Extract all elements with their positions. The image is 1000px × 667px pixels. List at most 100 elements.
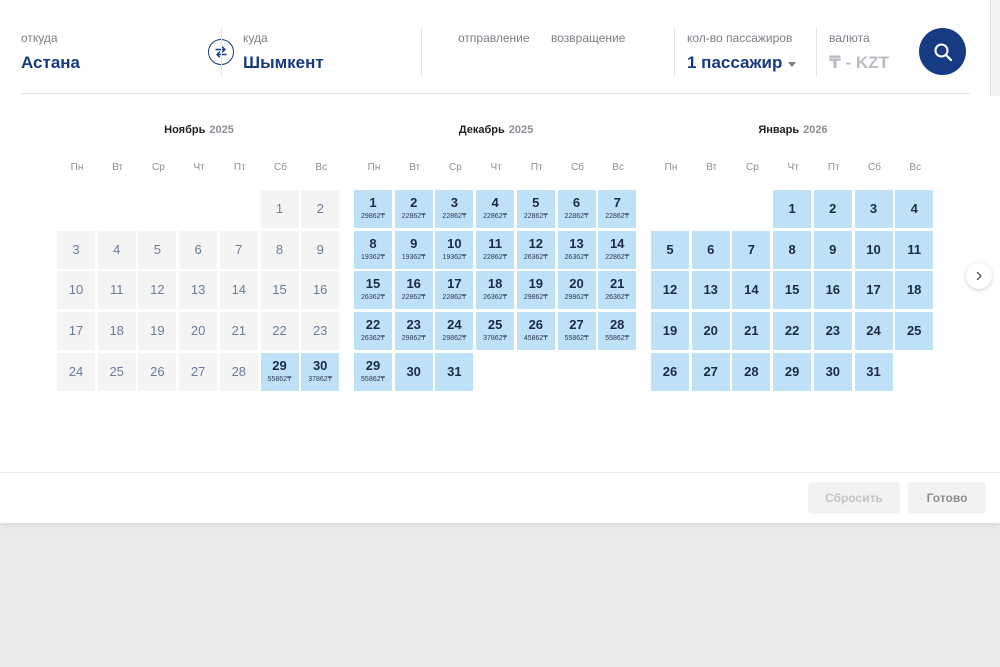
day-number: 19: [662, 323, 678, 339]
day-cell-available[interactable]: 24: [854, 312, 893, 351]
day-number: 6: [194, 241, 202, 257]
day-cell-available[interactable]: 14 22862₸: [598, 230, 637, 269]
search-button[interactable]: [919, 28, 966, 75]
day-cell-available[interactable]: 22: [773, 312, 812, 351]
day-cell-available[interactable]: 30: [394, 352, 433, 391]
day-cell-available[interactable]: 7: [732, 230, 771, 269]
passengers-field[interactable]: кол-во пассажиров 1 пассажир: [687, 31, 807, 81]
day-cell-available[interactable]: 24 29862₸: [435, 312, 474, 351]
day-cell-available[interactable]: 6: [691, 230, 730, 269]
day-cell-available[interactable]: 25 37862₸: [476, 312, 515, 351]
day-number: 23: [312, 323, 328, 339]
day-cell-available[interactable]: 28 55862₸: [598, 312, 637, 351]
day-cell-available[interactable]: 4: [895, 190, 934, 228]
day-cell-available[interactable]: 7 22862₸: [598, 190, 637, 228]
day-cell-available[interactable]: 25: [895, 312, 934, 351]
day-cell-available[interactable]: 31: [854, 352, 893, 391]
from-field[interactable]: откуда Астана: [21, 31, 191, 81]
day-cell-available[interactable]: 8: [773, 230, 812, 269]
day-cell-available[interactable]: 13 26362₸: [557, 230, 596, 269]
day-cell-available[interactable]: 9 19362₸: [394, 230, 433, 269]
day-price: 22862₸: [401, 213, 426, 220]
day-price: 26362₸: [361, 294, 385, 302]
day-cell-available[interactable]: 23 29862₸: [394, 312, 433, 351]
day-cell-available[interactable]: 29 55862₸: [354, 352, 392, 391]
day-cell-available[interactable]: 21 26362₸: [598, 271, 637, 310]
day-cell-past: 23: [301, 312, 340, 351]
day-cell-available[interactable]: 30 37862₸: [301, 352, 340, 391]
day-grid: 1 2 3 4 5 6 7 8 9 10 11 12 13 14 15 16 17 18 19 20 21 22 23 24 2…: [57, 190, 341, 394]
day-cell-available[interactable]: 9: [813, 230, 852, 269]
day-cell-available[interactable]: 19: [651, 312, 689, 351]
day-cell-available[interactable]: 1: [773, 190, 812, 228]
day-cell-available[interactable]: 12: [651, 271, 689, 310]
day-cell-available[interactable]: 27 55862₸: [557, 312, 596, 351]
next-month-button[interactable]: [966, 263, 992, 289]
scrollbar[interactable]: [990, 0, 1000, 96]
day-cell-available[interactable]: 27: [691, 352, 730, 391]
currency-value[interactable]: ₸ - KZT: [829, 53, 889, 73]
to-field[interactable]: куда Шымкент: [243, 31, 413, 81]
day-number: 21: [744, 323, 759, 339]
day-cell-available[interactable]: 16 22862₸: [394, 271, 433, 310]
day-number: 19: [528, 276, 544, 292]
day-cell-available[interactable]: 1 29862₸: [354, 190, 392, 228]
to-value[interactable]: Шымкент: [243, 53, 324, 73]
day-cell-available[interactable]: 8 19362₸: [354, 230, 392, 269]
done-button[interactable]: Готово: [908, 482, 986, 514]
day-grid: 1 2 3 4 5 6 7 8 9 10 11 12 13 14 15 16 17 18 19 20 21 22 23 24 2…: [651, 190, 935, 394]
day-cell-available[interactable]: 21: [732, 312, 771, 351]
day-cell-available[interactable]: 29 55862₸: [260, 352, 299, 391]
reset-button[interactable]: Сбросить: [808, 482, 900, 514]
day-cell-available[interactable]: 23: [813, 312, 852, 351]
day-cell-available[interactable]: 16: [813, 271, 852, 310]
day-cell-available[interactable]: 3 22862₸: [435, 190, 474, 228]
day-cell-available[interactable]: 19 29862₸: [516, 271, 555, 310]
day-cell-past: 14: [219, 271, 258, 310]
date-picker-panel: откуда Астана куда Шымкент отправление в…: [0, 0, 1000, 523]
weekday-label: Пт: [530, 162, 543, 173]
day-grid: 1 29862₸ 2 22862₸ 3 22862₸ 4 22862₸ 5 22862₸ 6 2286…: [354, 190, 638, 394]
day-cell-available[interactable]: 6 22862₸: [557, 190, 596, 228]
day-cell-available[interactable]: 29: [773, 352, 812, 391]
day-cell-available[interactable]: 26: [651, 352, 689, 391]
day-cell-past: 3: [57, 230, 95, 269]
from-label: откуда: [21, 31, 58, 45]
day-cell-available[interactable]: 31: [435, 352, 474, 391]
day-cell-available[interactable]: 5: [651, 230, 689, 269]
day-cell-available[interactable]: 26 45862₸: [516, 312, 555, 351]
day-cell-available[interactable]: 17: [854, 271, 893, 310]
day-cell-available[interactable]: 18: [895, 271, 934, 310]
day-number: 12: [662, 282, 678, 298]
passengers-dropdown[interactable]: 1 пассажир: [687, 53, 797, 73]
day-cell-available[interactable]: 2 22862₸: [394, 190, 433, 228]
day-number: 14: [609, 235, 625, 251]
day-cell-available[interactable]: 11 22862₸: [476, 230, 515, 269]
day-cell-available[interactable]: 10: [854, 230, 893, 269]
day-number: 26: [528, 317, 544, 333]
day-cell-available[interactable]: 2: [813, 190, 852, 228]
day-cell-available[interactable]: 15: [773, 271, 812, 310]
day-cell-available[interactable]: 3: [854, 190, 893, 228]
day-cell-available[interactable]: 5 22862₸: [516, 190, 555, 228]
day-cell-available[interactable]: 13: [691, 271, 730, 310]
day-cell-available[interactable]: 18 26362₸: [476, 271, 515, 310]
day-cell-available[interactable]: 4 22862₸: [476, 190, 515, 228]
day-price: 26362₸: [564, 253, 589, 261]
day-cell-available[interactable]: 28: [732, 352, 771, 391]
day-cell-available[interactable]: 30: [813, 352, 852, 391]
currency-field[interactable]: валюта ₸ - KZT: [829, 31, 909, 81]
day-cell-available[interactable]: 20 29862₸: [557, 271, 596, 310]
divider: [816, 28, 817, 76]
day-cell-available[interactable]: 22 26362₸: [354, 312, 392, 351]
day-cell-available[interactable]: 17 22862₸: [435, 271, 474, 310]
day-cell-available[interactable]: 15 26362₸: [354, 271, 392, 310]
day-price: 29862₸: [523, 294, 548, 302]
day-cell-available[interactable]: 20: [691, 312, 730, 351]
from-value[interactable]: Астана: [21, 53, 80, 73]
day-number: 26: [662, 363, 678, 379]
day-cell-available[interactable]: 12 26362₸: [516, 230, 555, 269]
day-cell-available[interactable]: 11: [895, 230, 934, 269]
day-cell-available[interactable]: 10 19362₸: [435, 230, 474, 269]
day-cell-available[interactable]: 14: [732, 271, 771, 310]
